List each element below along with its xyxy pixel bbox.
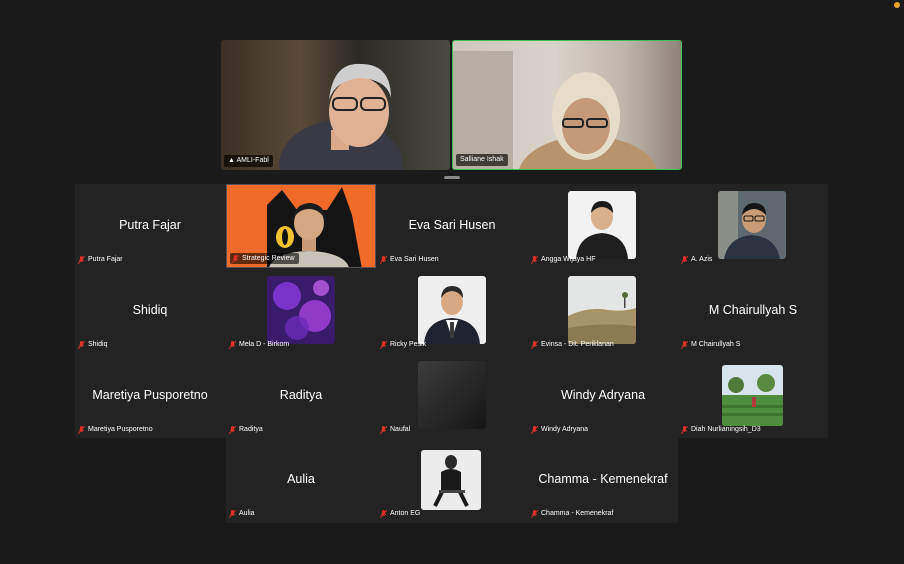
muted-mic-icon [229,340,236,349]
man-photo-image [718,191,786,259]
participant-tile[interactable]: Chamma - Kemenekraf Chamma - Kemenekraf [528,438,678,522]
bw-photo-image [421,450,481,510]
landscape-photo-image [568,276,636,344]
participant-label: Putra Fajar [78,254,123,265]
participant-display-name: Putra Fajar [119,218,181,232]
participant-tile[interactable]: Eva Sari Husen Eva Sari Husen [377,184,527,268]
muted-mic-icon [531,340,538,349]
profile-photo [568,191,636,259]
muted-mic-icon [78,255,85,264]
profile-photo [418,276,486,344]
man-photo-image [568,191,636,259]
participant-label: Aulia [229,508,255,519]
participant-label: Naufal [380,424,410,435]
participant-label: Anton EG [380,508,420,519]
muted-mic-icon [78,425,85,434]
muted-mic-icon [78,340,85,349]
profile-photo [722,365,783,426]
muted-mic-icon [232,254,239,263]
participant-label: Ricky Pesik [380,339,426,350]
profile-photo [267,276,335,344]
participant-tile[interactable]: M Chairullyah S M Chairullyah S [678,269,828,353]
participant-tile[interactable]: Naufal [377,354,527,438]
participant-display-name: Maretiya Pusporetno [92,388,208,402]
participant-label: Shidiq [78,339,107,350]
participant-label: Maretiya Pusporetno [78,424,153,435]
speaker-video-amli[interactable]: ▲ AMLI-Fabl [221,40,450,170]
muted-mic-icon [531,509,538,518]
muted-mic-icon [380,255,387,264]
participant-label: Strategic Review [230,253,299,264]
participant-label: Evinsa - Dit. Periklanan [531,339,614,350]
participant-tile[interactable]: Ricky Pesik [377,269,527,353]
speaker-name-tag: ▲ AMLI-Fabl [224,155,273,167]
participant-label: Windy Adryana [531,424,588,435]
participant-display-name: Aulia [287,472,315,486]
muted-mic-icon [380,509,387,518]
meeting-window: ▲ AMLI-Fabl Salliane Ishak Putra Fajar P… [0,0,904,564]
participant-tile[interactable]: Windy Adryana Windy Adryana [528,354,678,438]
participant-tile[interactable]: Putra Fajar Putra Fajar [75,184,225,268]
participant-tile[interactable]: Angga Wijaya HF [528,184,678,268]
participant-label: Eva Sari Husen [380,254,439,265]
muted-mic-icon [531,255,538,264]
participant-label: M Chairullyah S [681,339,740,350]
profile-photo [418,361,486,429]
participant-label: Diah Nurlianingsih_D3 [681,424,761,435]
pin-icon: ▲ [228,157,235,164]
participant-tile[interactable]: Shidiq Shidiq [75,269,225,353]
participant-label: A. Azis [681,254,712,265]
muted-mic-icon [681,425,688,434]
field-photo-image [722,365,783,426]
muted-mic-icon [380,425,387,434]
resize-handle[interactable] [444,176,460,179]
muted-mic-icon [531,425,538,434]
speaker-name-tag: Salliane Ishak [456,154,508,166]
speaker-silhouette [279,63,403,170]
participant-tile[interactable]: Raditya Raditya [226,354,376,438]
participant-label: Angga Wijaya HF [531,254,595,265]
suit-photo-image [418,276,486,344]
participant-tile[interactable]: A. Azis [678,184,828,268]
participant-tile[interactable]: Maretiya Pusporetno Maretiya Pusporetno [75,354,225,438]
profile-photo [718,191,786,259]
speaker-silhouette [453,51,657,169]
participant-tile[interactable]: Diah Nurlianingsih_D3 [678,354,828,438]
participant-label: Raditya [229,424,263,435]
status-dot-icon [894,2,900,8]
participant-display-name: M Chairullyah S [708,303,798,317]
muted-mic-icon [681,340,688,349]
participant-display-name: Chamma - Kemenekraf [538,472,668,486]
participant-label: Chamma - Kemenekraf [531,508,613,519]
participant-tile[interactable]: Aulia Aulia [226,438,376,522]
participant-display-name: Windy Adryana [560,388,646,402]
participant-tile[interactable]: Anton EG [377,438,527,522]
profile-photo [421,450,481,510]
muted-mic-icon [681,255,688,264]
participant-tile[interactable]: Mela D - Birkom [226,269,376,353]
participant-display-name: Eva Sari Husen [408,218,496,232]
dark-photo-image [418,361,486,429]
profile-photo [568,276,636,344]
participant-display-name: Raditya [279,388,323,402]
participant-display-name: Shidiq [132,303,168,317]
participant-tile[interactable]: Evinsa - Dit. Periklanan [528,269,678,353]
purple-photo-image [267,276,335,344]
muted-mic-icon [380,340,387,349]
muted-mic-icon [229,425,236,434]
participant-label: Mela D - Birkom [229,339,289,350]
participant-tile[interactable]: Strategic Review [226,184,376,268]
speaker-video-salliane[interactable]: Salliane Ishak [452,40,682,170]
muted-mic-icon [229,509,236,518]
